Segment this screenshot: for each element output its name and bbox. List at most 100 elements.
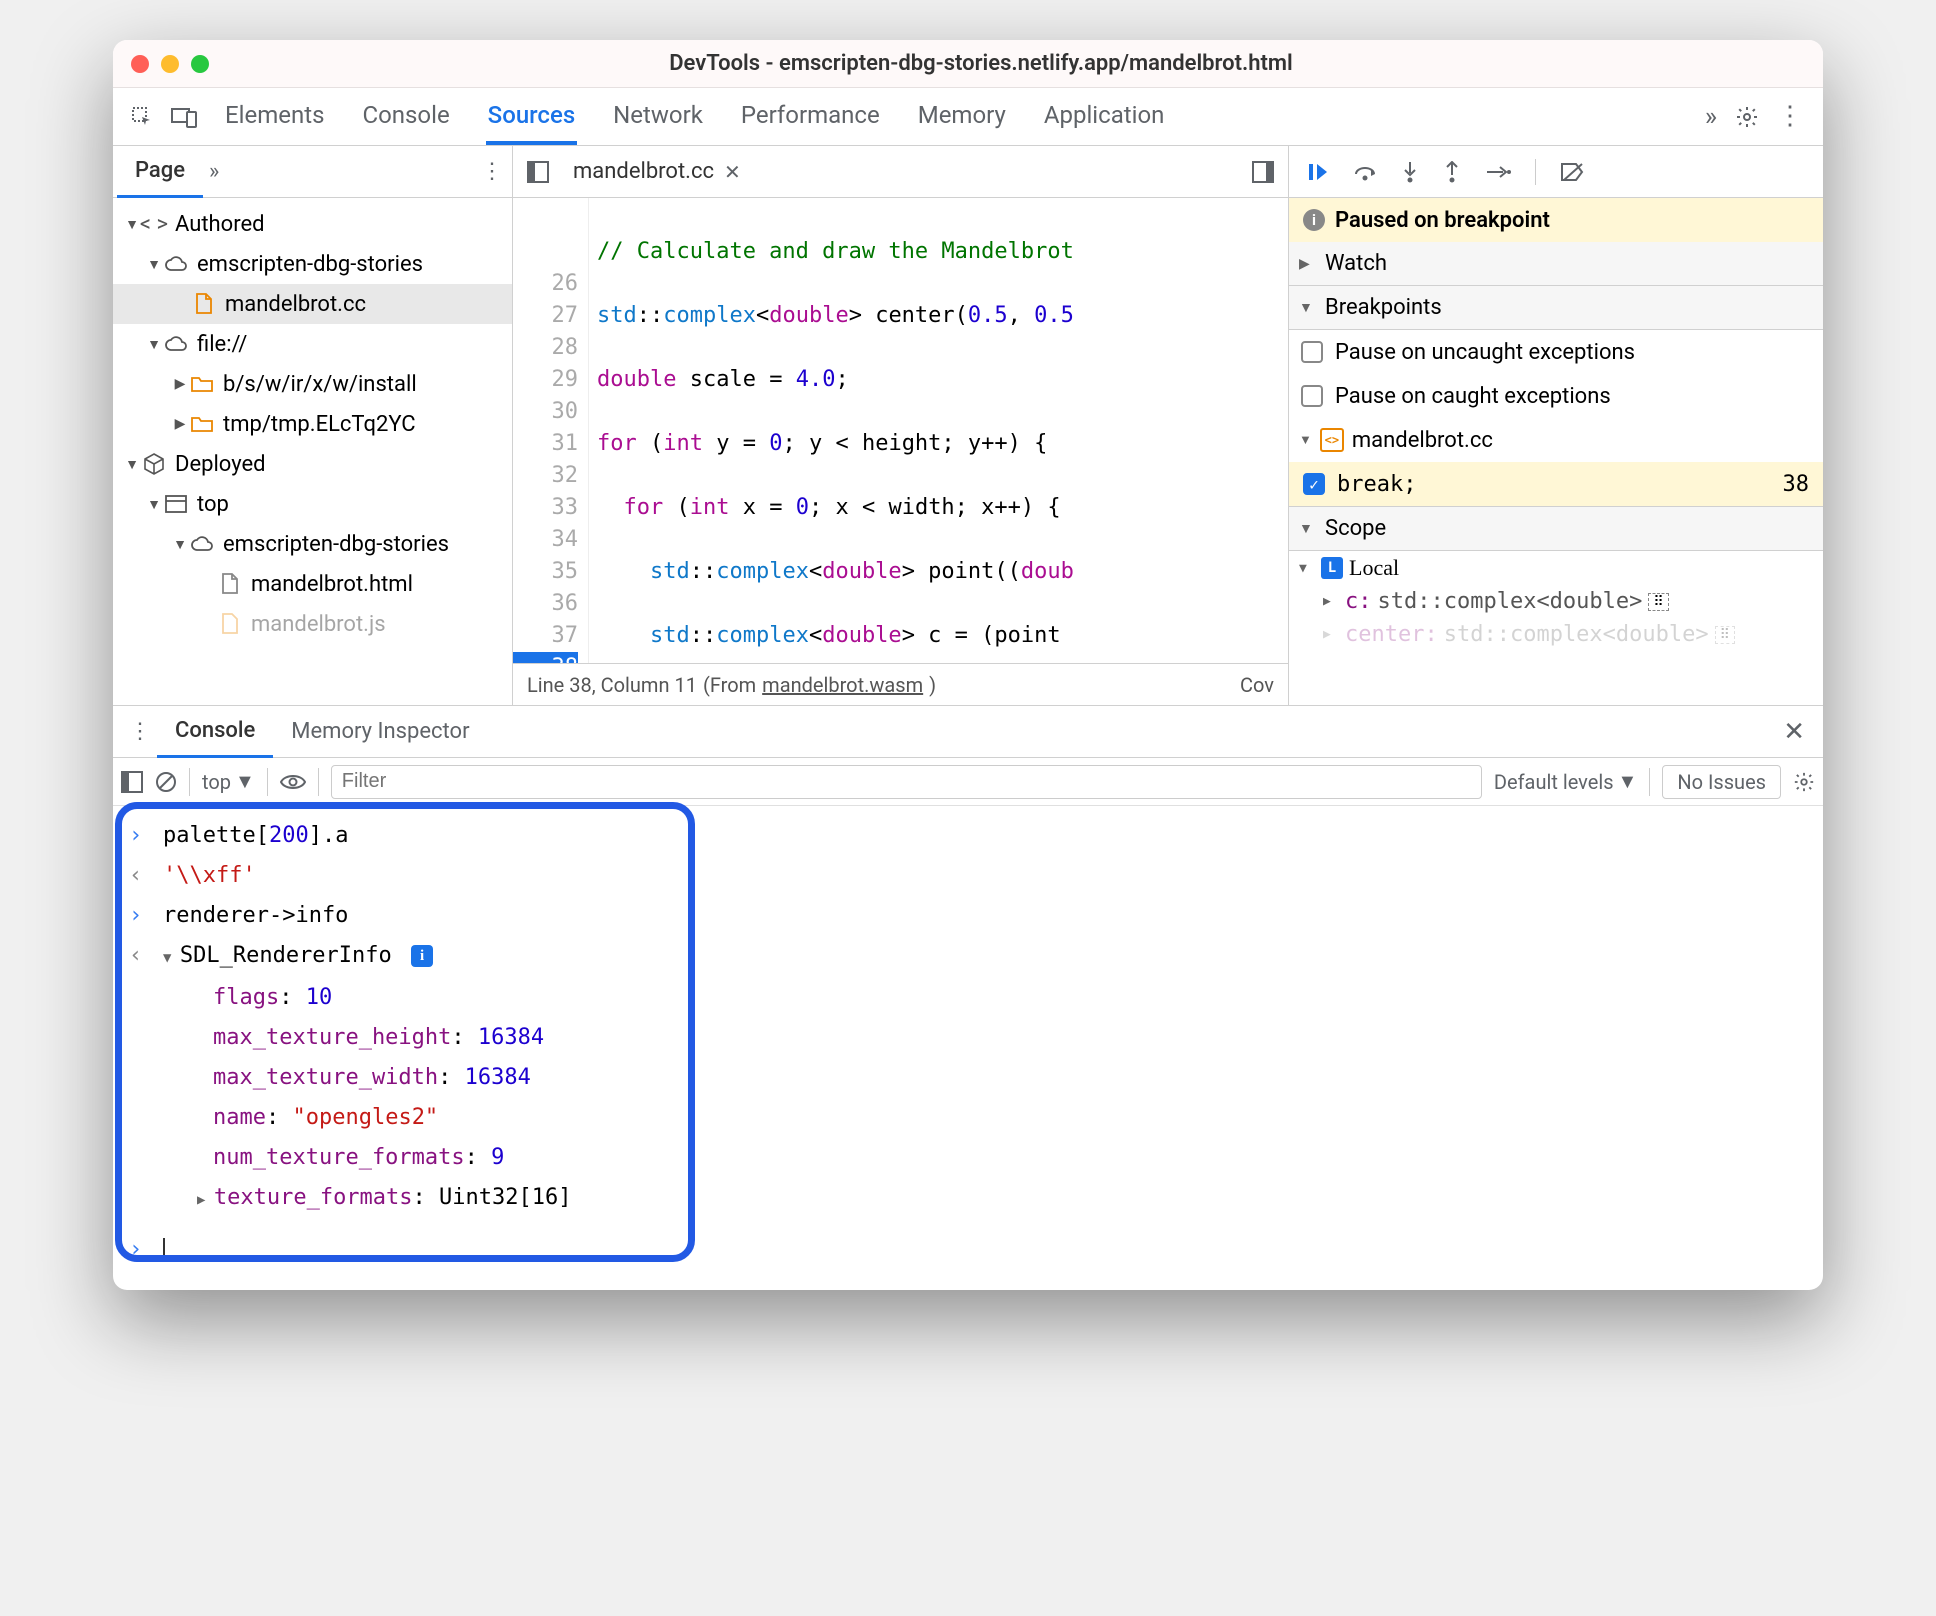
bp-caught[interactable]: Pause on caught exceptions xyxy=(1289,374,1823,418)
live-expression-icon[interactable] xyxy=(280,773,306,791)
tree-authored[interactable]: ▼ < > Authored xyxy=(113,204,512,244)
bp-entry[interactable]: ✓ break; 38 xyxy=(1289,462,1823,506)
maximize-window-icon[interactable] xyxy=(191,55,209,73)
console-settings-icon[interactable] xyxy=(1793,771,1815,793)
more-tabs-icon[interactable]: » xyxy=(1705,102,1717,132)
checkbox-icon[interactable] xyxy=(1301,341,1323,363)
titlebar: DevTools - emscripten-dbg-stories.netlif… xyxy=(113,40,1823,88)
context-selector[interactable]: top ▼ xyxy=(202,769,255,794)
close-drawer-icon[interactable]: ✕ xyxy=(1775,717,1813,747)
tab-network[interactable]: Network xyxy=(611,89,705,145)
tree-host-1[interactable]: ▼ emscripten-dbg-stories xyxy=(113,244,512,284)
step-out-icon[interactable] xyxy=(1443,161,1461,183)
navigator-menu-icon[interactable]: ⋮ xyxy=(476,159,508,184)
device-toolbar-icon[interactable] xyxy=(163,96,205,138)
paused-message: Paused on breakpoint xyxy=(1335,208,1550,233)
scope-var-center[interactable]: ▶ center: std::complex<double> ⠿ xyxy=(1289,618,1823,651)
drawer-tab-memory[interactable]: Memory Inspector xyxy=(273,707,487,756)
tree-top[interactable]: ▼ top xyxy=(113,484,512,524)
console-sidebar-icon[interactable] xyxy=(121,771,143,793)
tree-deployed[interactable]: ▼ Deployed xyxy=(113,444,512,484)
tree-folder-2[interactable]: ▶ tmp/tmp.ELcTq2YC xyxy=(113,404,512,444)
bp-file[interactable]: ▼ <> mandelbrot.cc xyxy=(1289,418,1823,462)
console-toolbar: top ▼ Default levels ▼ No Issues xyxy=(113,758,1823,806)
breakpoints-body: Pause on uncaught exceptions Pause on ca… xyxy=(1289,330,1823,507)
window-controls xyxy=(131,55,209,73)
scope-var-c[interactable]: ▶ c: std::complex<double> ⠿ xyxy=(1289,585,1823,618)
editor-tab-label: mandelbrot.cc xyxy=(573,159,714,184)
input-prompt-icon: › xyxy=(129,1232,149,1268)
file-tree: ▼ < > Authored ▼ emscripten-dbg-stories … xyxy=(113,198,512,705)
sources-panel: Page » ⋮ ▼ < > Authored ▼ emscripten-dbg… xyxy=(113,146,1823,706)
console-output-line: '\\xff' xyxy=(163,858,1807,894)
drawer-menu-icon[interactable]: ⋮ xyxy=(123,719,157,744)
input-prompt-icon: › xyxy=(129,818,149,854)
file-icon xyxy=(217,613,243,635)
cursor-position: Line 38, Column 11 xyxy=(527,673,697,697)
toggle-debugger-icon[interactable] xyxy=(1244,161,1282,183)
source-map-link[interactable]: mandelbrot.wasm xyxy=(762,673,923,697)
tab-elements[interactable]: Elements xyxy=(223,89,326,145)
memory-icon[interactable]: ⠿ xyxy=(1648,593,1668,611)
navigator-tab-page[interactable]: Page xyxy=(117,146,203,198)
clear-console-icon[interactable] xyxy=(155,771,177,793)
navigator-more-icon[interactable]: » xyxy=(209,159,219,184)
tree-file-cc[interactable]: mandelbrot.cc xyxy=(113,284,512,324)
tree-file-proto[interactable]: ▼ file:// xyxy=(113,324,512,364)
settings-gear-icon[interactable] xyxy=(1735,105,1759,129)
step-over-icon[interactable] xyxy=(1353,162,1377,182)
console-output[interactable]: ›palette[200].a ‹'\\xff' ›renderer->info… xyxy=(113,806,1823,1290)
tree-folder-1[interactable]: ▶ b/s/w/ir/x/w/install xyxy=(113,364,512,404)
bp-uncaught[interactable]: Pause on uncaught exceptions xyxy=(1289,330,1823,374)
kebab-menu-icon[interactable]: ⋮ xyxy=(1777,110,1803,123)
cloud-icon xyxy=(163,256,189,272)
file-icon xyxy=(217,573,243,595)
console-input[interactable] xyxy=(163,1232,1807,1268)
scope-local[interactable]: ▼L Local xyxy=(1289,551,1823,585)
box-icon xyxy=(141,453,167,475)
section-breakpoints[interactable]: ▼Breakpoints xyxy=(1289,286,1823,330)
issues-button[interactable]: No Issues xyxy=(1662,765,1781,799)
inspect-icon[interactable] xyxy=(121,96,163,138)
output-indicator-icon: ‹ xyxy=(129,858,149,894)
info-icon: i xyxy=(1303,209,1325,231)
tab-application[interactable]: Application xyxy=(1042,89,1167,145)
info-badge-icon[interactable]: i xyxy=(411,945,433,967)
code-area[interactable]: 2627282930313233343536373839 // Calculat… xyxy=(513,198,1288,663)
tree-file-js[interactable]: mandelbrot.js xyxy=(113,604,512,644)
log-levels-selector[interactable]: Default levels ▼ xyxy=(1494,769,1637,794)
tree-host-2[interactable]: ▼ emscripten-dbg-stories xyxy=(113,524,512,564)
deactivate-breakpoints-icon[interactable] xyxy=(1560,162,1586,182)
tree-file-html[interactable]: mandelbrot.html xyxy=(113,564,512,604)
toggle-navigator-icon[interactable] xyxy=(519,161,557,183)
code-lines: // Calculate and draw the Mandelbrot std… xyxy=(589,198,1288,663)
tab-console[interactable]: Console xyxy=(360,89,451,145)
tab-sources[interactable]: Sources xyxy=(486,89,578,145)
resume-icon[interactable] xyxy=(1307,161,1329,183)
tab-performance[interactable]: Performance xyxy=(739,89,882,145)
console-filter-input[interactable] xyxy=(331,765,1482,799)
step-icon[interactable] xyxy=(1485,163,1511,181)
section-watch[interactable]: ▶Watch xyxy=(1289,242,1823,286)
navigator: Page » ⋮ ▼ < > Authored ▼ emscripten-dbg… xyxy=(113,146,513,705)
folder-icon xyxy=(189,375,215,393)
editor-status-bar: Line 38, Column 11 (From mandelbrot.wasm… xyxy=(513,663,1288,705)
drawer-tab-console[interactable]: Console xyxy=(157,706,273,758)
coverage-label: Cov xyxy=(1240,673,1274,697)
console-input-line: palette[200].a xyxy=(163,818,1807,854)
memory-icon[interactable]: ⠿ xyxy=(1715,626,1735,644)
output-indicator-icon: ‹ xyxy=(129,938,149,976)
close-tab-icon[interactable]: ✕ xyxy=(724,160,741,184)
console-output-object[interactable]: ▼ SDL_RendererInfo i xyxy=(163,938,1807,976)
section-scope[interactable]: ▼Scope xyxy=(1289,507,1823,551)
checkbox-checked-icon[interactable]: ✓ xyxy=(1303,473,1325,495)
editor-tab[interactable]: mandelbrot.cc ✕ xyxy=(557,159,757,184)
close-window-icon[interactable] xyxy=(131,55,149,73)
local-badge-icon: L xyxy=(1321,557,1343,579)
checkbox-icon[interactable] xyxy=(1301,385,1323,407)
tab-memory[interactable]: Memory xyxy=(916,89,1008,145)
cloud-icon xyxy=(163,336,189,352)
step-into-icon[interactable] xyxy=(1401,161,1419,183)
minimize-window-icon[interactable] xyxy=(161,55,179,73)
code-brackets-icon: < > xyxy=(141,212,167,237)
